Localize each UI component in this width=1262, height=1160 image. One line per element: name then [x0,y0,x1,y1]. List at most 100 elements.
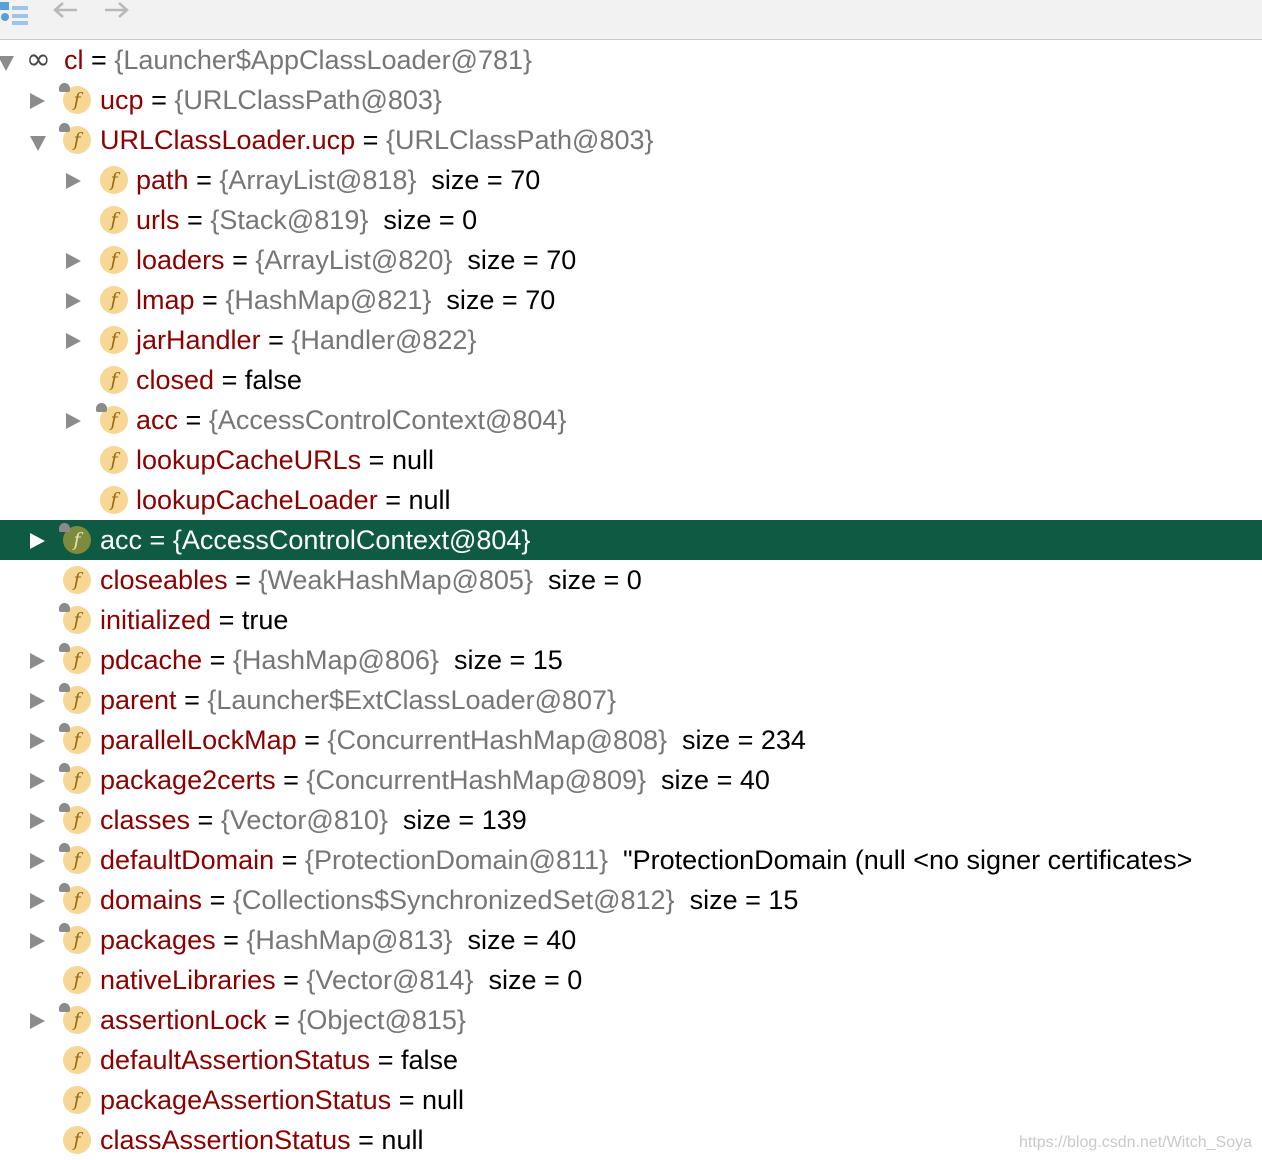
variable-name: ucp [100,85,144,115]
tree-row[interactable]: f parent = {Launcher$ExtClassLoader@807} [0,680,1262,720]
tree-row[interactable]: f closeables = {WeakHashMap@805} size = 0 [0,560,1262,600]
equals-sign: = [149,525,166,555]
variable-value: false [244,365,302,395]
tree-row-label: packages = {HashMap@813} size = 40 [100,920,576,960]
expand-arrow-right-icon[interactable] [30,533,45,549]
equals-sign: = [368,445,385,475]
field-icon: f [100,326,128,354]
object-reference: {Stack@819} [210,205,369,235]
field-icon: f [100,246,128,274]
field-final-icon: f [59,123,91,154]
tree-row[interactable]: f nativeLibraries = {Vector@814} size = 0 [0,960,1262,1000]
tree-row[interactable]: f lookupCacheLoader = null [0,480,1262,520]
expand-arrow-right-icon[interactable] [66,413,81,429]
forward-arrow-icon[interactable] [102,0,132,26]
tree-row-label: acc = {AccessControlContext@804} [136,400,581,440]
equals-sign: = [232,245,248,275]
field-icon: f [100,486,128,514]
tree-row[interactable]: f loaders = {ArrayList@820} size = 70 [0,240,1262,280]
object-reference: {ProtectionDomain@811} [304,845,609,875]
variable-name: assertionLock [100,1005,267,1035]
expand-arrow-right-icon[interactable] [30,893,45,909]
collection-size: size = 40 [661,765,770,795]
expand-arrow-right-icon[interactable] [30,653,45,669]
tree-row[interactable]: f classes = {Vector@810} size = 139 [0,800,1262,840]
tree-row[interactable]: f packageAssertionStatus = null [0,1080,1262,1120]
expand-arrow-right-icon[interactable] [66,253,81,269]
object-reference: {Vector@814} [306,965,474,995]
tree-row[interactable]: f domains = {Collections$SynchronizedSet@… [0,880,1262,920]
collection-size: size = 40 [467,925,577,955]
object-reference: {AccessControlContext@804} [208,405,567,435]
variable-name: parallelLockMap [100,725,297,755]
expand-arrow-right-icon[interactable] [30,1013,45,1029]
expand-arrow-right-icon[interactable] [30,733,45,749]
tree-row[interactable]: f closed = false [0,360,1262,400]
expand-arrow-down-icon[interactable] [30,136,46,151]
field-final-icon: f [59,763,91,794]
tree-row[interactable]: f packages = {HashMap@813} size = 40 [0,920,1262,960]
tree-row[interactable]: f pdcache = {HashMap@806} size = 15 [0,640,1262,680]
variable-name: packageAssertionStatus [100,1085,392,1115]
object-reference: {ArrayList@820} [255,245,453,275]
tree-row[interactable]: f URLClassLoader.ucp = {URLClassPath@803} [0,120,1262,160]
variable-name: pdcache [100,645,203,675]
tree-row[interactable]: f parallelLockMap = {ConcurrentHashMap@80… [0,720,1262,760]
expand-arrow-right-icon[interactable] [30,813,45,829]
expand-arrow-right-icon[interactable] [66,173,81,189]
field-icon: f [100,286,128,314]
tree-row[interactable]: f path = {ArrayList@818} size = 70 [0,160,1262,200]
variable-name: acc [136,405,179,435]
tree-row-label: path = {ArrayList@818} size = 70 [136,160,540,200]
equals-sign: = [91,45,107,75]
tree-row[interactable]: ∞ cl = {Launcher$AppClassLoader@781} [0,40,1262,80]
tree-row-label: packageAssertionStatus = null [100,1080,464,1120]
object-reference: {Vector@810} [220,805,388,835]
expand-arrow-right-icon[interactable] [30,933,45,949]
equals-sign: = [235,565,251,595]
field-final-icon: f [59,523,91,554]
tree-row[interactable]: f acc = {AccessControlContext@804} [0,400,1262,440]
watermark: https://blog.csdn.net/Witch_Soya [1018,1134,1252,1151]
variable-name: classAssertionStatus [100,1125,351,1155]
tree-row-label: parallelLockMap = {ConcurrentHashMap@808… [100,720,806,760]
tree-row-label: lmap = {HashMap@821} size = 70 [136,280,555,320]
tree-row-label: urls = {Stack@819} size = 0 [136,200,477,240]
tree-row[interactable]: f package2certs = {ConcurrentHashMap@809}… [0,760,1262,800]
tree-row[interactable]: f acc = {AccessControlContext@804} [0,520,1262,560]
tree-row[interactable]: f defaultAssertionStatus = false [0,1040,1262,1080]
field-final-icon: f [59,83,91,114]
tree-row-label: classes = {Vector@810} size = 139 [100,800,527,840]
tree-row[interactable]: f defaultDomain = {ProtectionDomain@811} … [0,840,1262,880]
collection-size: size = 0 [488,965,583,995]
tree-row[interactable]: f jarHandler = {Handler@822} [0,320,1262,360]
tree-row-label: lookupCacheURLs = null [136,440,434,480]
variable-name: nativeLibraries [100,965,276,995]
expand-arrow-right-icon[interactable] [30,853,45,869]
variable-name: path [136,165,189,195]
tree-row[interactable]: f urls = {Stack@819} size = 0 [0,200,1262,240]
expand-arrow-right-icon[interactable] [30,93,45,109]
tree-row[interactable]: f ucp = {URLClassPath@803} [0,80,1262,120]
expand-arrow-right-icon[interactable] [66,333,81,349]
back-arrow-icon[interactable] [50,0,80,26]
object-reference: {ConcurrentHashMap@809} [306,765,647,795]
expand-arrow-right-icon[interactable] [30,773,45,789]
object-reference: {AccessControlContext@804} [172,525,531,555]
collection-size: size = 70 [467,245,577,275]
expand-arrow-down-icon[interactable] [0,56,14,71]
object-reference: {Launcher$ExtClassLoader@807} [207,685,617,715]
field-final-icon: f [59,923,91,954]
variable-value: false [400,1045,459,1075]
tree-row[interactable]: f assertionLock = {Object@815} [0,1000,1262,1040]
tree-row[interactable]: f lmap = {HashMap@821} size = 70 [0,280,1262,320]
variables-layout-icon[interactable] [0,0,30,26]
variable-name: jarHandler [136,325,261,355]
collection-size: size = 234 [682,725,806,755]
tree-row[interactable]: f lookupCacheURLs = null [0,440,1262,480]
expand-arrow-right-icon[interactable] [66,293,81,309]
equals-sign: = [151,85,167,115]
field-icon: f [63,1046,91,1074]
expand-arrow-right-icon[interactable] [30,693,45,709]
tree-row[interactable]: f initialized = true [0,600,1262,640]
